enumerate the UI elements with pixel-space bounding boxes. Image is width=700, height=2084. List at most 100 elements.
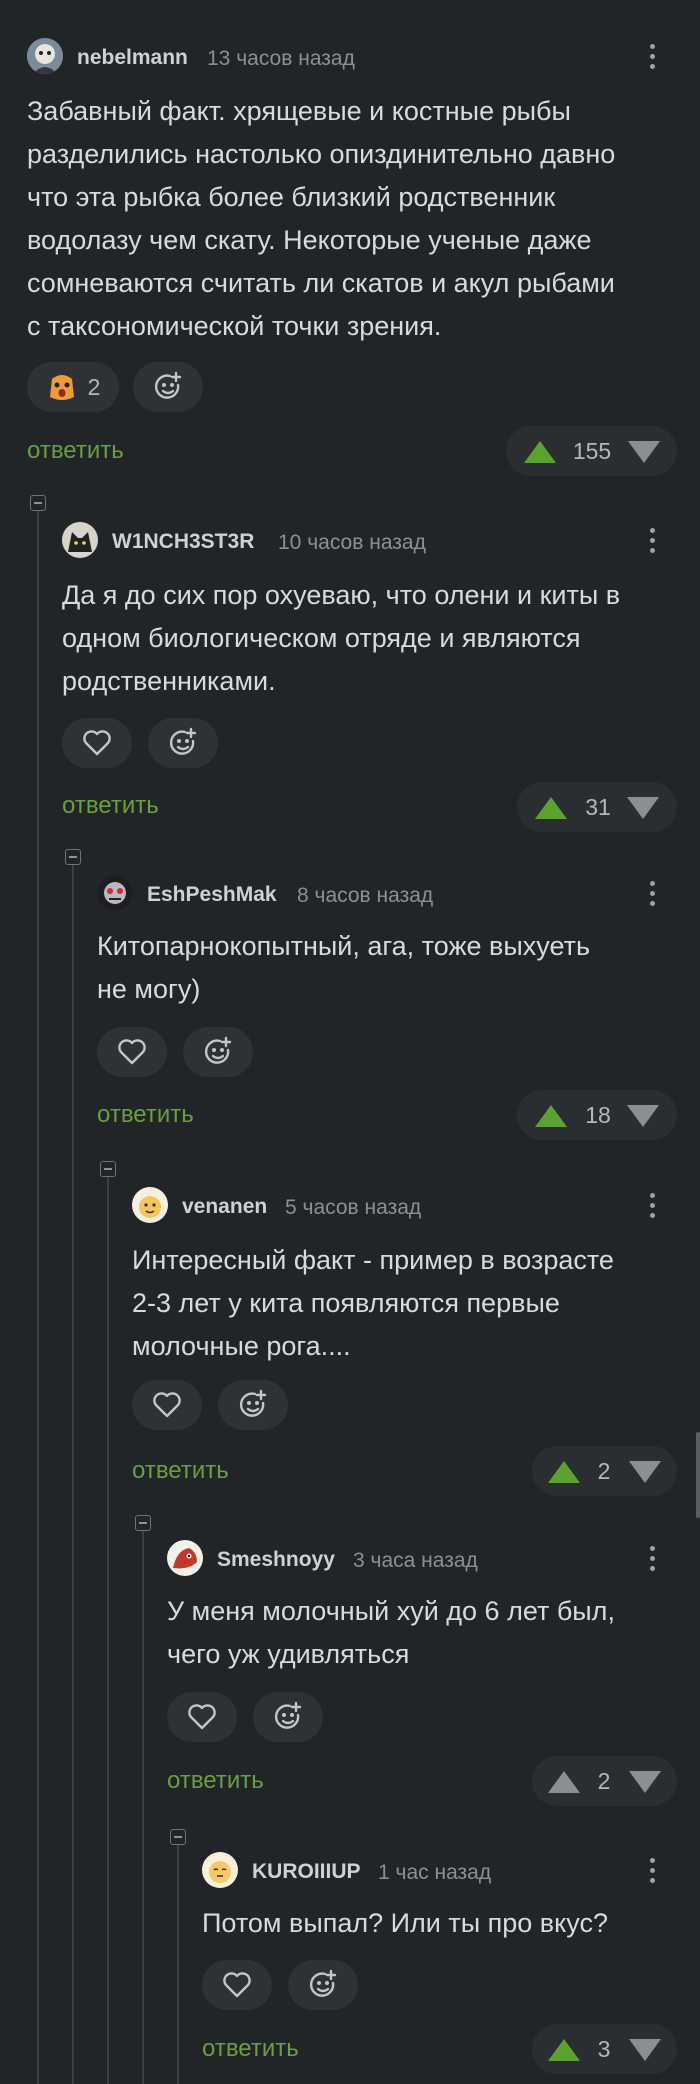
avatar[interactable] xyxy=(167,1540,203,1576)
comment-time: 3 часа назад xyxy=(353,1549,478,1572)
like-button[interactable] xyxy=(97,1027,167,1077)
username[interactable]: KUROIIIUP xyxy=(252,1860,361,1884)
collapse-icon[interactable] xyxy=(30,495,46,511)
rating-box: 31 xyxy=(517,782,677,832)
add-reaction-button[interactable] xyxy=(288,1960,358,2010)
comment: nebelmann 13 часов назад Забавный факт. … xyxy=(27,38,677,478)
collapse-icon[interactable] xyxy=(65,849,81,865)
arrow-up-icon[interactable] xyxy=(535,797,567,819)
more-vertical-icon[interactable] xyxy=(644,40,660,72)
comment-text: Забавный факт. хрящевые и костные рыбы р… xyxy=(27,96,616,341)
rating-box: 2 xyxy=(532,1756,677,1806)
rating-value: 2 xyxy=(597,1458,611,1484)
username[interactable]: nebelmann xyxy=(77,46,188,70)
comment: W1NCH3ST3R 10 часов назад Да я до сих по… xyxy=(62,522,677,832)
reaction-count: 2 xyxy=(87,373,101,400)
avatar[interactable] xyxy=(27,38,63,74)
heart-icon xyxy=(222,1971,252,1999)
comment-time: 5 часов назад xyxy=(285,1196,422,1219)
add-reaction-button[interactable] xyxy=(253,1692,323,1742)
thread-line xyxy=(107,1174,109,2084)
comment-header: W1NCH3ST3R 10 часов назад xyxy=(62,522,677,558)
like-button[interactable] xyxy=(132,1380,202,1430)
shocked-emoji-icon xyxy=(46,371,78,403)
arrow-up-icon[interactable] xyxy=(524,441,556,463)
more-vertical-icon[interactable] xyxy=(644,1542,660,1574)
comment-time: 13 часов назад xyxy=(207,47,355,70)
rating-value: 31 xyxy=(585,794,611,820)
add-reaction-button[interactable] xyxy=(218,1380,288,1430)
arrow-down-icon[interactable] xyxy=(627,1105,659,1127)
more-vertical-icon[interactable] xyxy=(644,524,660,556)
reply-link[interactable]: ответить xyxy=(202,2035,299,2063)
comment-time: 1 час назад xyxy=(378,1861,492,1884)
avatar[interactable] xyxy=(132,1187,168,1223)
reply-link[interactable]: ответить xyxy=(167,1767,264,1795)
scrollbar[interactable] xyxy=(696,1432,700,1518)
comment-header: EshPeshMak 8 часов назад xyxy=(97,875,677,911)
arrow-up-icon[interactable] xyxy=(535,1105,567,1127)
reply-link[interactable]: ответить xyxy=(27,437,124,465)
collapse-icon[interactable] xyxy=(170,1829,186,1845)
avatar[interactable] xyxy=(202,1852,238,1888)
username[interactable]: EshPeshMak xyxy=(147,883,277,907)
rating-value: 3 xyxy=(597,2036,611,2062)
add-reaction-icon xyxy=(152,371,184,403)
reply-link[interactable]: ответить xyxy=(132,1457,229,1485)
thread-line xyxy=(37,504,39,2084)
add-reaction-icon xyxy=(202,1036,234,1068)
like-button[interactable] xyxy=(167,1692,237,1742)
rating-box: 18 xyxy=(517,1090,677,1140)
thread-line xyxy=(142,1526,144,2084)
comment-header: nebelmann 13 часов назад xyxy=(27,38,677,74)
arrow-down-icon[interactable] xyxy=(629,2039,661,2061)
arrow-up-icon[interactable] xyxy=(548,1771,580,1793)
more-vertical-icon[interactable] xyxy=(644,877,660,909)
rating-value: 155 xyxy=(572,438,612,464)
more-vertical-icon[interactable] xyxy=(644,1189,660,1221)
add-reaction-button[interactable] xyxy=(183,1027,253,1077)
arrow-down-icon[interactable] xyxy=(628,441,660,463)
rating-box: 155 xyxy=(506,426,677,476)
add-reaction-icon xyxy=(307,1969,339,2001)
comment: KUROIIIUP 1 час назад Потом выпал? Или т… xyxy=(202,1852,677,2084)
comment-text: У меня молочный хуй до 6 лет был, чего у… xyxy=(167,1596,615,1669)
comment: EshPeshMak 8 часов назад Китопарнокопытн… xyxy=(97,875,677,1145)
reaction-button[interactable]: 2 xyxy=(27,362,119,412)
rating-box: 2 xyxy=(532,1446,677,1496)
reply-link[interactable]: ответить xyxy=(62,792,159,820)
rating-value: 18 xyxy=(585,1102,611,1128)
heart-icon xyxy=(187,1703,217,1731)
avatar[interactable] xyxy=(62,522,98,558)
comment-header: venanen 5 часов назад xyxy=(132,1187,677,1223)
add-reaction-icon xyxy=(272,1701,304,1733)
comment: venanen 5 часов назад Интересный факт - … xyxy=(132,1187,677,1497)
username[interactable]: W1NCH3ST3R xyxy=(112,530,254,554)
comment-time: 10 часов назад xyxy=(278,531,426,554)
comment-text: Потом выпал? Или ты про вкус? xyxy=(202,1908,608,1938)
comment-text: Китопарнокопытный, ага, тоже выхуеть не … xyxy=(97,931,591,1004)
like-button[interactable] xyxy=(62,718,132,768)
arrow-down-icon[interactable] xyxy=(627,797,659,819)
arrow-down-icon[interactable] xyxy=(629,1771,661,1793)
collapse-icon[interactable] xyxy=(135,1515,151,1531)
add-reaction-button[interactable] xyxy=(148,718,218,768)
username[interactable]: venanen xyxy=(182,1195,267,1219)
add-reaction-icon xyxy=(167,727,199,759)
comment: Smeshnoyy 3 часа назад У меня молочный х… xyxy=(167,1540,677,1810)
comment-text: Интересный факт - пример в возрасте 2-3 … xyxy=(132,1245,614,1361)
arrow-down-icon[interactable] xyxy=(629,1461,661,1483)
add-reaction-button[interactable] xyxy=(133,362,203,412)
rating-value: 2 xyxy=(597,1768,611,1794)
more-vertical-icon[interactable] xyxy=(644,1854,660,1886)
username[interactable]: Smeshnoyy xyxy=(217,1548,335,1572)
like-button[interactable] xyxy=(202,1960,272,2010)
collapse-icon[interactable] xyxy=(100,1161,116,1177)
heart-icon xyxy=(117,1038,147,1066)
reply-link[interactable]: ответить xyxy=(97,1101,194,1129)
arrow-up-icon[interactable] xyxy=(548,2039,580,2061)
comment-header: Smeshnoyy 3 часа назад xyxy=(167,1540,677,1576)
thread-line xyxy=(72,862,74,2084)
arrow-up-icon[interactable] xyxy=(548,1461,580,1483)
avatar[interactable] xyxy=(97,875,133,911)
